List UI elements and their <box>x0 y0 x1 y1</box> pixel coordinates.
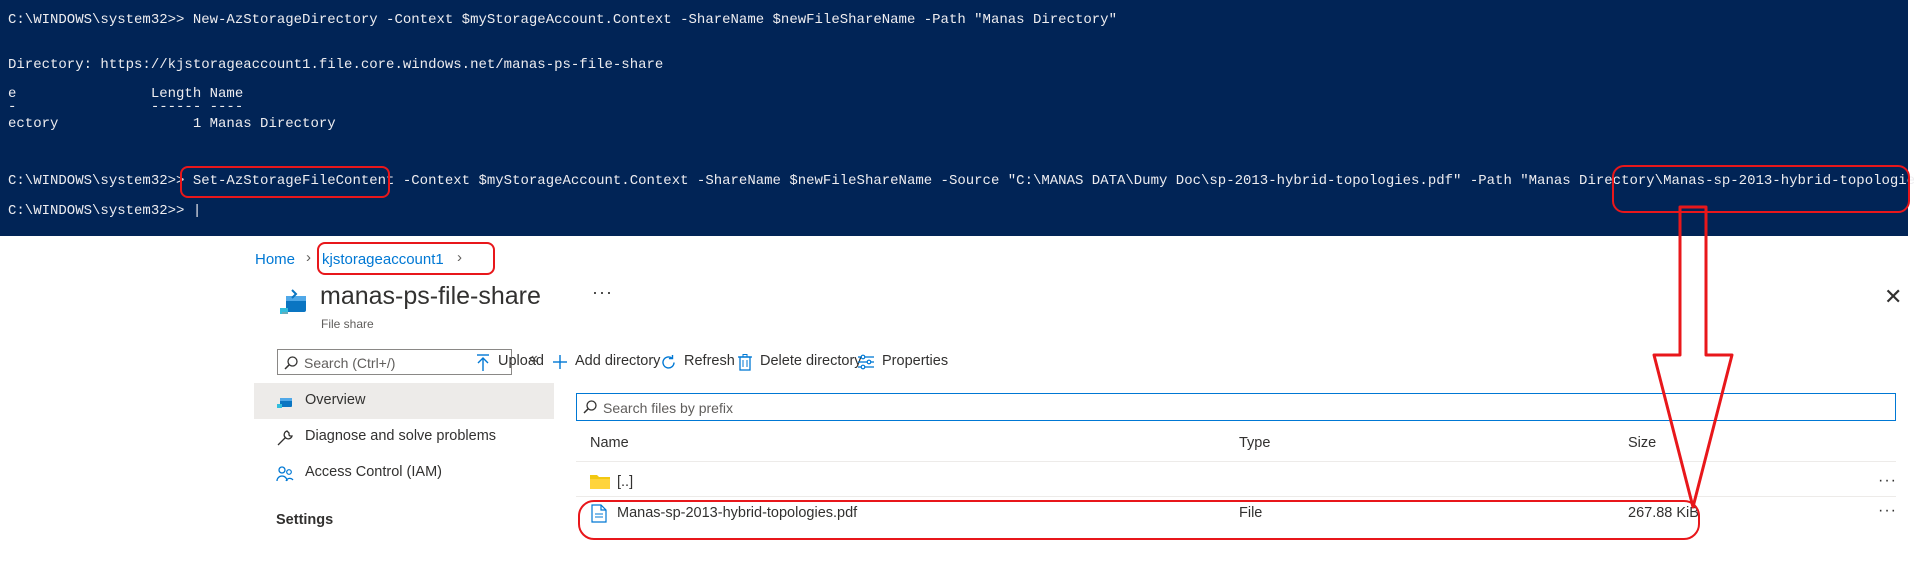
people-icon <box>276 466 294 482</box>
menu-item-diagnose[interactable]: Diagnose and solve problems <box>254 419 554 455</box>
search-icon <box>284 356 298 370</box>
delete-directory-label: Delete directory <box>760 353 862 369</box>
breadcrumb-home[interactable]: Home <box>255 251 295 268</box>
menu-item-access-control[interactable]: Access Control (IAM) <box>254 455 554 491</box>
more-options-button[interactable]: ··· <box>592 282 613 303</box>
terminal-line: Directory: https://kjstorageaccount1.fil… <box>8 57 664 73</box>
menu-item-label: Overview <box>305 392 366 408</box>
highlight-uploaded-file <box>578 500 1700 540</box>
file-name[interactable]: [..] <box>617 474 633 490</box>
page-subtitle: File share <box>321 317 374 331</box>
refresh-label: Refresh <box>684 353 735 369</box>
highlight-cmdlet <box>180 166 390 198</box>
highlight-breadcrumb-account <box>317 242 495 275</box>
search-placeholder: Search files by prefix <box>603 400 733 416</box>
refresh-icon <box>662 355 675 369</box>
chevron-right-icon: › <box>306 249 311 266</box>
folder-icon <box>590 475 610 489</box>
menu-item-label: Diagnose and solve problems <box>305 428 497 444</box>
properties-button[interactable]: Properties <box>858 351 968 375</box>
column-header-type[interactable]: Type <box>1239 435 1270 451</box>
properties-icon <box>858 354 874 370</box>
file-share-icon <box>280 289 306 314</box>
trash-icon <box>738 354 752 371</box>
terminal-prompt[interactable]: C:\WINDOWS\system32>> | <box>8 204 201 219</box>
upload-icon <box>477 354 489 371</box>
search-icon <box>583 400 597 414</box>
delete-directory-button[interactable]: Delete directory <box>738 351 878 375</box>
terminal-line: C:\WINDOWS\system32>> New-AzStorageDirec… <box>8 12 1117 28</box>
menu-item-overview[interactable]: Overview <box>254 383 554 419</box>
section-header-settings: Settings <box>276 512 334 528</box>
close-icon[interactable]: ✕ <box>1884 284 1902 310</box>
plus-icon <box>553 355 567 369</box>
row-more-button[interactable]: ··· <box>1878 472 1897 490</box>
row-more-button[interactable]: ··· <box>1878 502 1897 520</box>
column-header-name[interactable]: Name <box>590 435 629 451</box>
upload-label: Upload <box>498 353 544 369</box>
menu-item-label: Access Control (IAM) <box>305 464 442 480</box>
file-share-icon <box>277 398 292 408</box>
properties-label: Properties <box>882 353 949 369</box>
annotation-arrow-icon <box>1652 205 1734 509</box>
wrench-icon <box>277 430 293 446</box>
add-directory-label: Add directory <box>575 353 661 369</box>
terminal-line: ectory 1 Manas Directory <box>8 116 336 132</box>
terminal-line: - ------ ---- <box>8 99 244 115</box>
search-placeholder: Search (Ctrl+/) <box>304 355 396 371</box>
page-title: manas-ps-file-share <box>320 282 541 310</box>
